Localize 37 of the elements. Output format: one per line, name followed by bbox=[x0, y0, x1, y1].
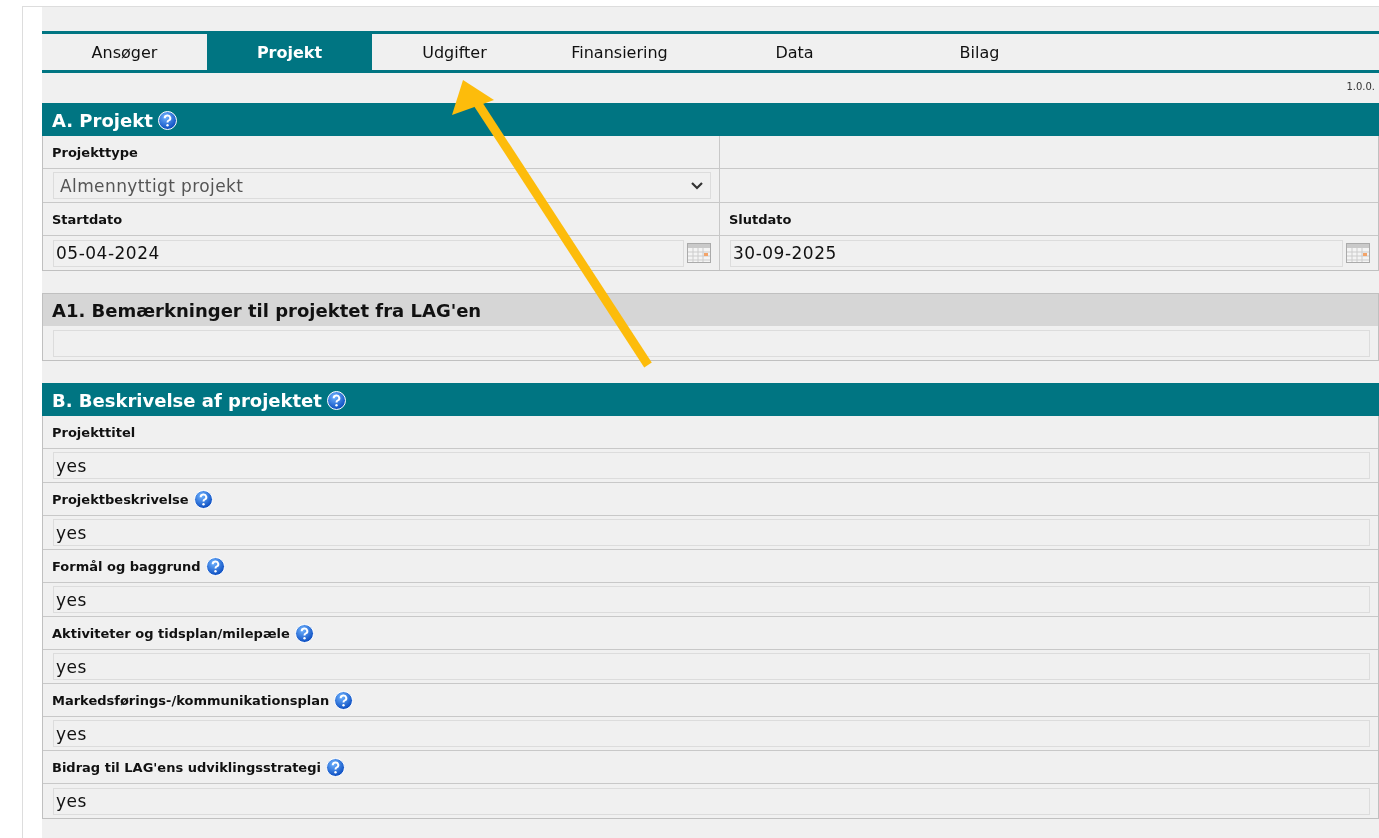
tab[interactable]: Projekt bbox=[207, 34, 372, 70]
help-icon[interactable] bbox=[205, 556, 225, 576]
section-title: B. Beskrivelse af projektet bbox=[52, 389, 322, 411]
field-label: Aktiviteter og tidsplan/milepæle bbox=[52, 625, 290, 641]
date-field[interactable]: 05-04-2024 bbox=[53, 239, 684, 267]
tab[interactable]: Bilag bbox=[887, 34, 1072, 70]
help-icon[interactable] bbox=[326, 390, 346, 410]
chevron-down-icon bbox=[690, 181, 704, 190]
help-icon[interactable] bbox=[294, 623, 314, 643]
section-title: A. Projekt bbox=[52, 109, 153, 131]
help-icon[interactable] bbox=[193, 489, 213, 509]
field-label: Formål og baggrund bbox=[52, 558, 201, 574]
tab[interactable]: Finansiering bbox=[537, 34, 702, 70]
field-label: Bidrag til LAG'ens udviklingsstrategi bbox=[52, 759, 321, 775]
tab[interactable]: Ansøger bbox=[42, 34, 207, 70]
field-label: Slutdato bbox=[729, 211, 792, 227]
dropdown[interactable]: Almennyttigt projekt bbox=[53, 172, 711, 199]
tab[interactable]: Data bbox=[702, 34, 887, 70]
input-field[interactable]: yes bbox=[53, 720, 1370, 747]
input-field[interactable]: yes bbox=[53, 586, 1370, 613]
field-label: Startdato bbox=[52, 211, 123, 227]
input-field[interactable]: yes bbox=[53, 519, 1370, 546]
input-field[interactable] bbox=[53, 329, 1370, 357]
date-field[interactable]: 30-09-2025 bbox=[730, 239, 1343, 267]
field-label: Markedsførings-/kommunikationsplan bbox=[52, 692, 330, 708]
help-icon[interactable] bbox=[334, 690, 354, 710]
version-label: 1.0.0. bbox=[1346, 81, 1375, 92]
field-label: Projektbeskrivelse bbox=[52, 491, 189, 507]
help-icon[interactable] bbox=[325, 757, 345, 777]
input-field[interactable]: yes bbox=[53, 787, 1370, 815]
tab[interactable]: Udgifter bbox=[372, 34, 537, 70]
field-label: Projekttitel bbox=[52, 424, 136, 440]
section-title: A1. Bemærkninger til projektet fra LAG'en bbox=[52, 299, 482, 321]
input-field[interactable]: yes bbox=[53, 452, 1370, 479]
help-icon[interactable] bbox=[157, 110, 177, 130]
input-field[interactable]: yes bbox=[53, 653, 1370, 680]
field-label: Projekttype bbox=[52, 144, 138, 160]
